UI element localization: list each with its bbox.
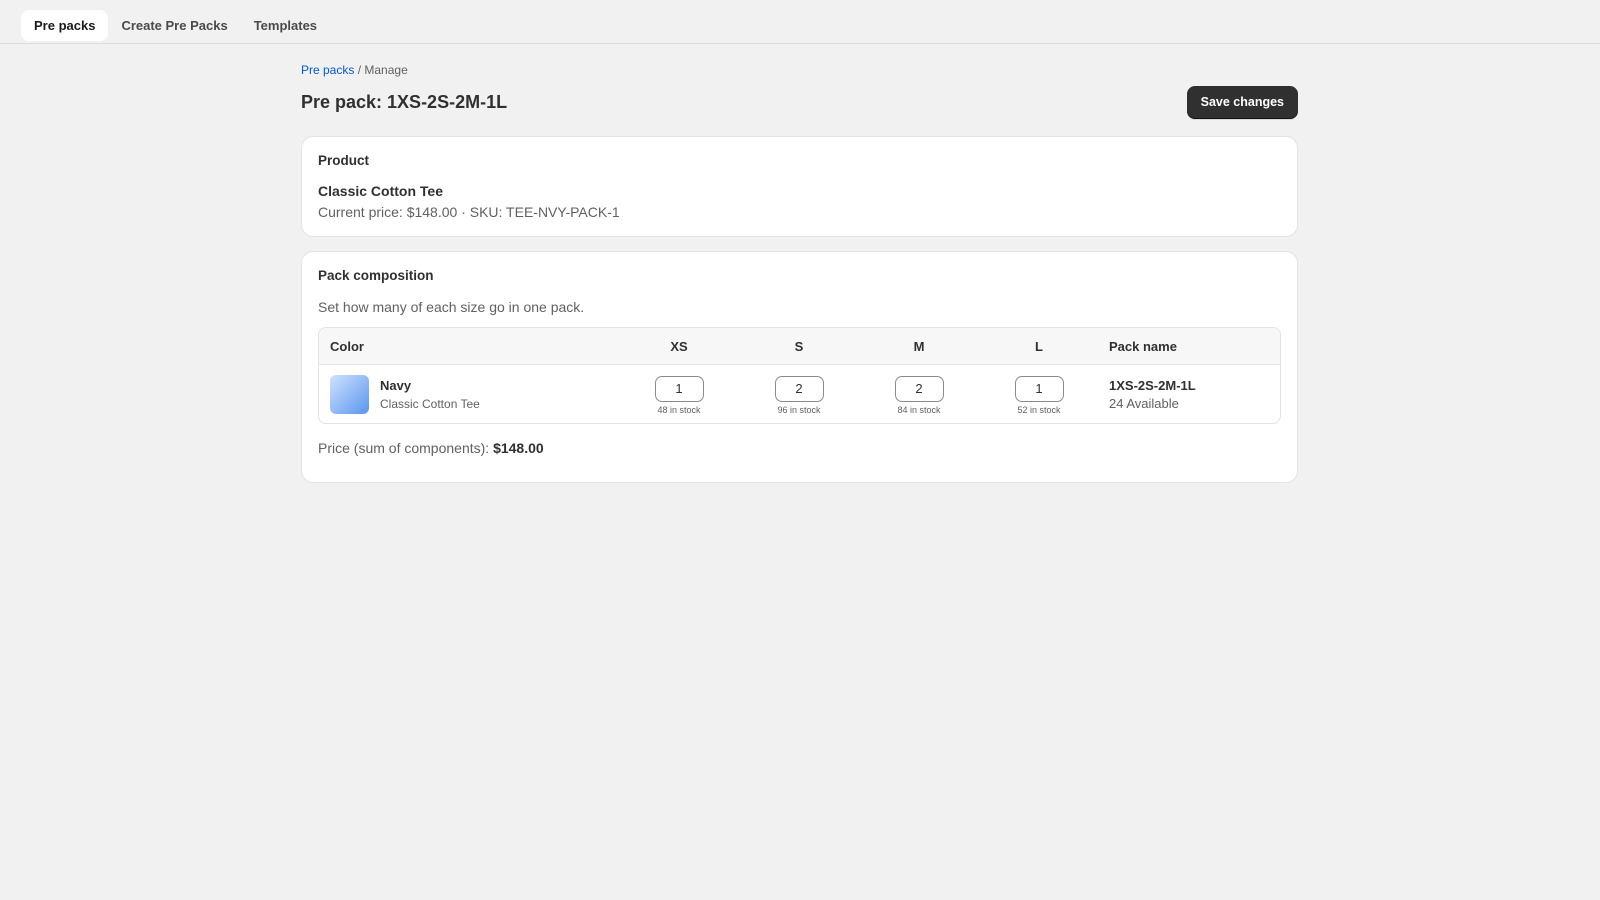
product-card-title: Product xyxy=(318,153,370,168)
pack-name-cell: 1XS-2S-2M-1L 24 Available xyxy=(1099,378,1280,411)
column-header-l: L xyxy=(1035,338,1043,354)
size-cell-m: 84 in stock xyxy=(859,374,979,415)
price-label: Price (sum of components): xyxy=(318,440,494,456)
breadcrumb-current: Manage xyxy=(364,63,408,77)
product-meta: Current price: $148.00 · SKU: TEE-NVY-PA… xyxy=(318,204,620,220)
quantity-input-xs[interactable] xyxy=(654,375,704,402)
page-title: Pre pack: 1XS-2S-2M-1L xyxy=(301,91,508,112)
save-changes-button[interactable]: Save changes xyxy=(1186,85,1298,119)
stock-l: 52 in stock xyxy=(1017,404,1061,415)
pack-composition-description: Set how many of each size go in one pack… xyxy=(318,299,585,315)
column-header-s: S xyxy=(794,338,804,354)
top-tab-bar: Pre packs Create Pre Packs Templates xyxy=(0,0,1600,44)
stock-s: 96 in stock xyxy=(777,404,821,415)
table-header: Color XS S M L Pack name xyxy=(319,328,1280,365)
pack-name: 1XS-2S-2M-1L xyxy=(1109,377,1196,393)
color-swatch xyxy=(330,374,369,414)
quantity-input-m[interactable] xyxy=(894,375,944,402)
column-header-xs: XS xyxy=(670,338,688,354)
stock-xs: 48 in stock xyxy=(657,404,701,415)
breadcrumb-link-pre-packs[interactable]: Pre packs xyxy=(301,63,354,77)
color-name: Navy xyxy=(380,377,412,393)
column-header-m: M xyxy=(913,338,925,354)
tab-templates[interactable]: Templates xyxy=(241,10,330,41)
tab-create-pre-packs[interactable]: Create Pre Packs xyxy=(108,10,240,41)
tab-pre-packs[interactable]: Pre packs xyxy=(21,10,109,41)
quantity-input-l[interactable] xyxy=(1014,375,1064,402)
pack-available: 24 Available xyxy=(1109,395,1179,411)
column-header-color: Color xyxy=(330,338,364,354)
product-name: Classic Cotton Tee xyxy=(318,183,443,199)
column-header-pack-name: Pack name xyxy=(1109,338,1177,354)
page-header: Pre pack: 1XS-2S-2M-1L Save changes xyxy=(301,85,1298,119)
price-summary: Price (sum of components): $148.00 xyxy=(318,440,1281,456)
product-card: Product Classic Cotton Tee Current price… xyxy=(301,136,1298,237)
color-cell: Navy Classic Cotton Tee xyxy=(319,374,619,414)
size-cell-l: 52 in stock xyxy=(979,374,1099,415)
stock-m: 84 in stock xyxy=(897,404,941,415)
pack-composition-title: Pack composition xyxy=(318,268,434,283)
price-value: $148.00 xyxy=(493,440,544,456)
size-cell-xs: 48 in stock xyxy=(619,374,739,415)
breadcrumb: Pre packs / Manage xyxy=(301,63,1298,79)
size-cell-s: 96 in stock xyxy=(739,374,859,415)
table-row: Navy Classic Cotton Tee 48 in stock 96 i… xyxy=(319,365,1280,423)
breadcrumb-separator: / xyxy=(354,63,365,77)
quantity-input-s[interactable] xyxy=(774,375,824,402)
color-product-name: Classic Cotton Tee xyxy=(380,396,480,411)
composition-table: Color XS S M L Pack name Navy Classic Co… xyxy=(318,327,1281,424)
main-content: Pre packs / Manage Pre pack: 1XS-2S-2M-1… xyxy=(301,44,1298,483)
pack-composition-card: Pack composition Set how many of each si… xyxy=(301,251,1298,483)
